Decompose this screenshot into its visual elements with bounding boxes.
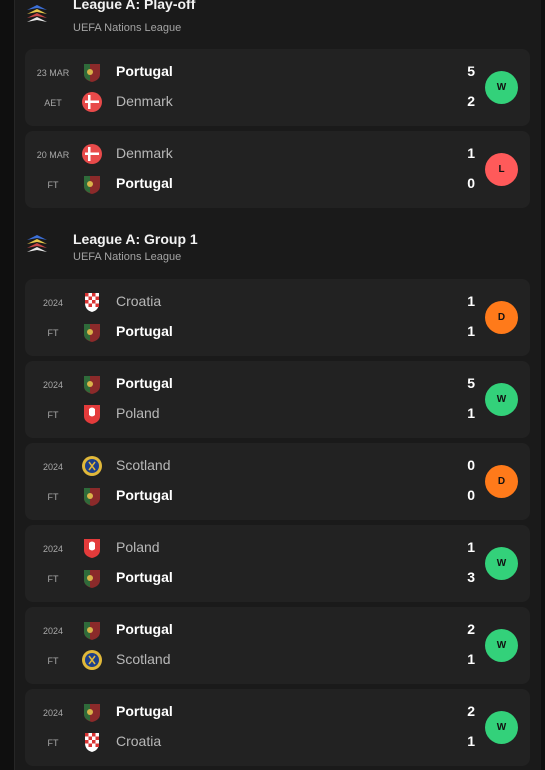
home-team: Portugal [116, 375, 173, 391]
away-team: Portugal [116, 175, 173, 191]
competition-subtitle: UEFA Nations League [73, 22, 182, 34]
match-date: 20 MAR [36, 150, 70, 160]
away-score: 0 [467, 487, 475, 503]
away-score: 2 [467, 93, 475, 109]
home-score: 1 [467, 539, 475, 555]
away-score: 1 [467, 405, 475, 421]
match-card[interactable]: 2024 FT Croatia Portugal 1 1 D [25, 279, 530, 356]
match-card[interactable]: 23 MAR AET Portugal Denmark 5 2 W [25, 49, 530, 126]
away-score: 1 [467, 323, 475, 339]
away-score: 1 [467, 733, 475, 749]
match-status: FT [47, 656, 59, 666]
home-team: Poland [116, 539, 160, 555]
match-status: FT [47, 410, 59, 420]
competition-subtitle: UEFA Nations League [73, 251, 182, 263]
home-team: Portugal [116, 703, 173, 719]
home-team: Portugal [116, 63, 173, 79]
away-score: 1 [467, 651, 475, 667]
away-score: 0 [467, 175, 475, 191]
match-card[interactable]: 20 MAR FT Denmark Portugal 1 0 L [25, 131, 530, 208]
portugal-flag-icon [81, 567, 103, 589]
away-team: Portugal [116, 487, 173, 503]
match-date: 2024 [42, 298, 64, 308]
match-date: 2024 [42, 462, 64, 472]
away-team: Denmark [116, 93, 173, 109]
competition-title: League A: Group 1 [73, 231, 198, 247]
denmark-flag-icon [81, 91, 103, 113]
match-status: AET [44, 98, 62, 108]
uefa-nations-league-icon [25, 232, 49, 256]
matches-panel: League A: Play-off UEFA Nations League 2… [14, 0, 541, 770]
match-date: 2024 [42, 708, 64, 718]
portugal-flag-icon [81, 619, 103, 641]
away-team: Croatia [116, 733, 162, 749]
home-score: 0 [467, 457, 475, 473]
home-team: Portugal [116, 621, 173, 637]
result-badge: L [485, 153, 518, 186]
scotland-flag-icon [81, 649, 103, 671]
result-badge: W [485, 383, 518, 416]
match-card[interactable]: 2024 FT Portugal Scotland 2 1 W [25, 607, 530, 684]
croatia-flag-icon [81, 291, 103, 313]
away-team: Scotland [116, 651, 171, 667]
result-badge: W [485, 547, 518, 580]
result-badge: W [485, 629, 518, 662]
away-team: Poland [116, 405, 160, 421]
match-card[interactable]: 2024 FT Portugal Poland 5 1 W [25, 361, 530, 438]
match-card[interactable]: 2024 FT Portugal Croatia 2 1 W [25, 689, 530, 766]
portugal-flag-icon [81, 373, 103, 395]
competition-title: League A: Play-off [73, 0, 196, 12]
match-card[interactable]: 2024 FT Poland Portugal 1 3 W [25, 525, 530, 602]
away-team: Portugal [116, 569, 173, 585]
home-team: Croatia [116, 293, 162, 309]
portugal-flag-icon [81, 485, 103, 507]
match-status: FT [47, 328, 59, 338]
portugal-flag-icon [81, 61, 103, 83]
home-score: 1 [467, 145, 475, 161]
match-status: FT [47, 180, 59, 190]
result-badge: D [485, 465, 518, 498]
result-badge: W [485, 71, 518, 104]
match-date: 2024 [42, 380, 64, 390]
home-score: 5 [467, 375, 475, 391]
home-score: 2 [467, 703, 475, 719]
away-score: 3 [467, 569, 475, 585]
home-score: 2 [467, 621, 475, 637]
croatia-flag-icon [81, 731, 103, 753]
home-score: 5 [467, 63, 475, 79]
away-team: Portugal [116, 323, 173, 339]
match-date: 2024 [42, 544, 64, 554]
result-badge: D [485, 301, 518, 334]
match-date: 2024 [42, 626, 64, 636]
match-status: FT [47, 492, 59, 502]
home-score: 1 [467, 293, 475, 309]
home-team: Denmark [116, 145, 173, 161]
denmark-flag-icon [81, 143, 103, 165]
scotland-flag-icon [81, 455, 103, 477]
uefa-nations-league-icon [25, 2, 49, 26]
portugal-flag-icon [81, 321, 103, 343]
poland-flag-icon [81, 537, 103, 559]
portugal-flag-icon [81, 173, 103, 195]
match-status: FT [47, 738, 59, 748]
match-date: 23 MAR [36, 68, 70, 78]
portugal-flag-icon [81, 701, 103, 723]
poland-flag-icon [81, 403, 103, 425]
match-card[interactable]: 2024 FT Scotland Portugal 0 0 D [25, 443, 530, 520]
home-team: Scotland [116, 457, 171, 473]
result-badge: W [485, 711, 518, 744]
match-status: FT [47, 574, 59, 584]
